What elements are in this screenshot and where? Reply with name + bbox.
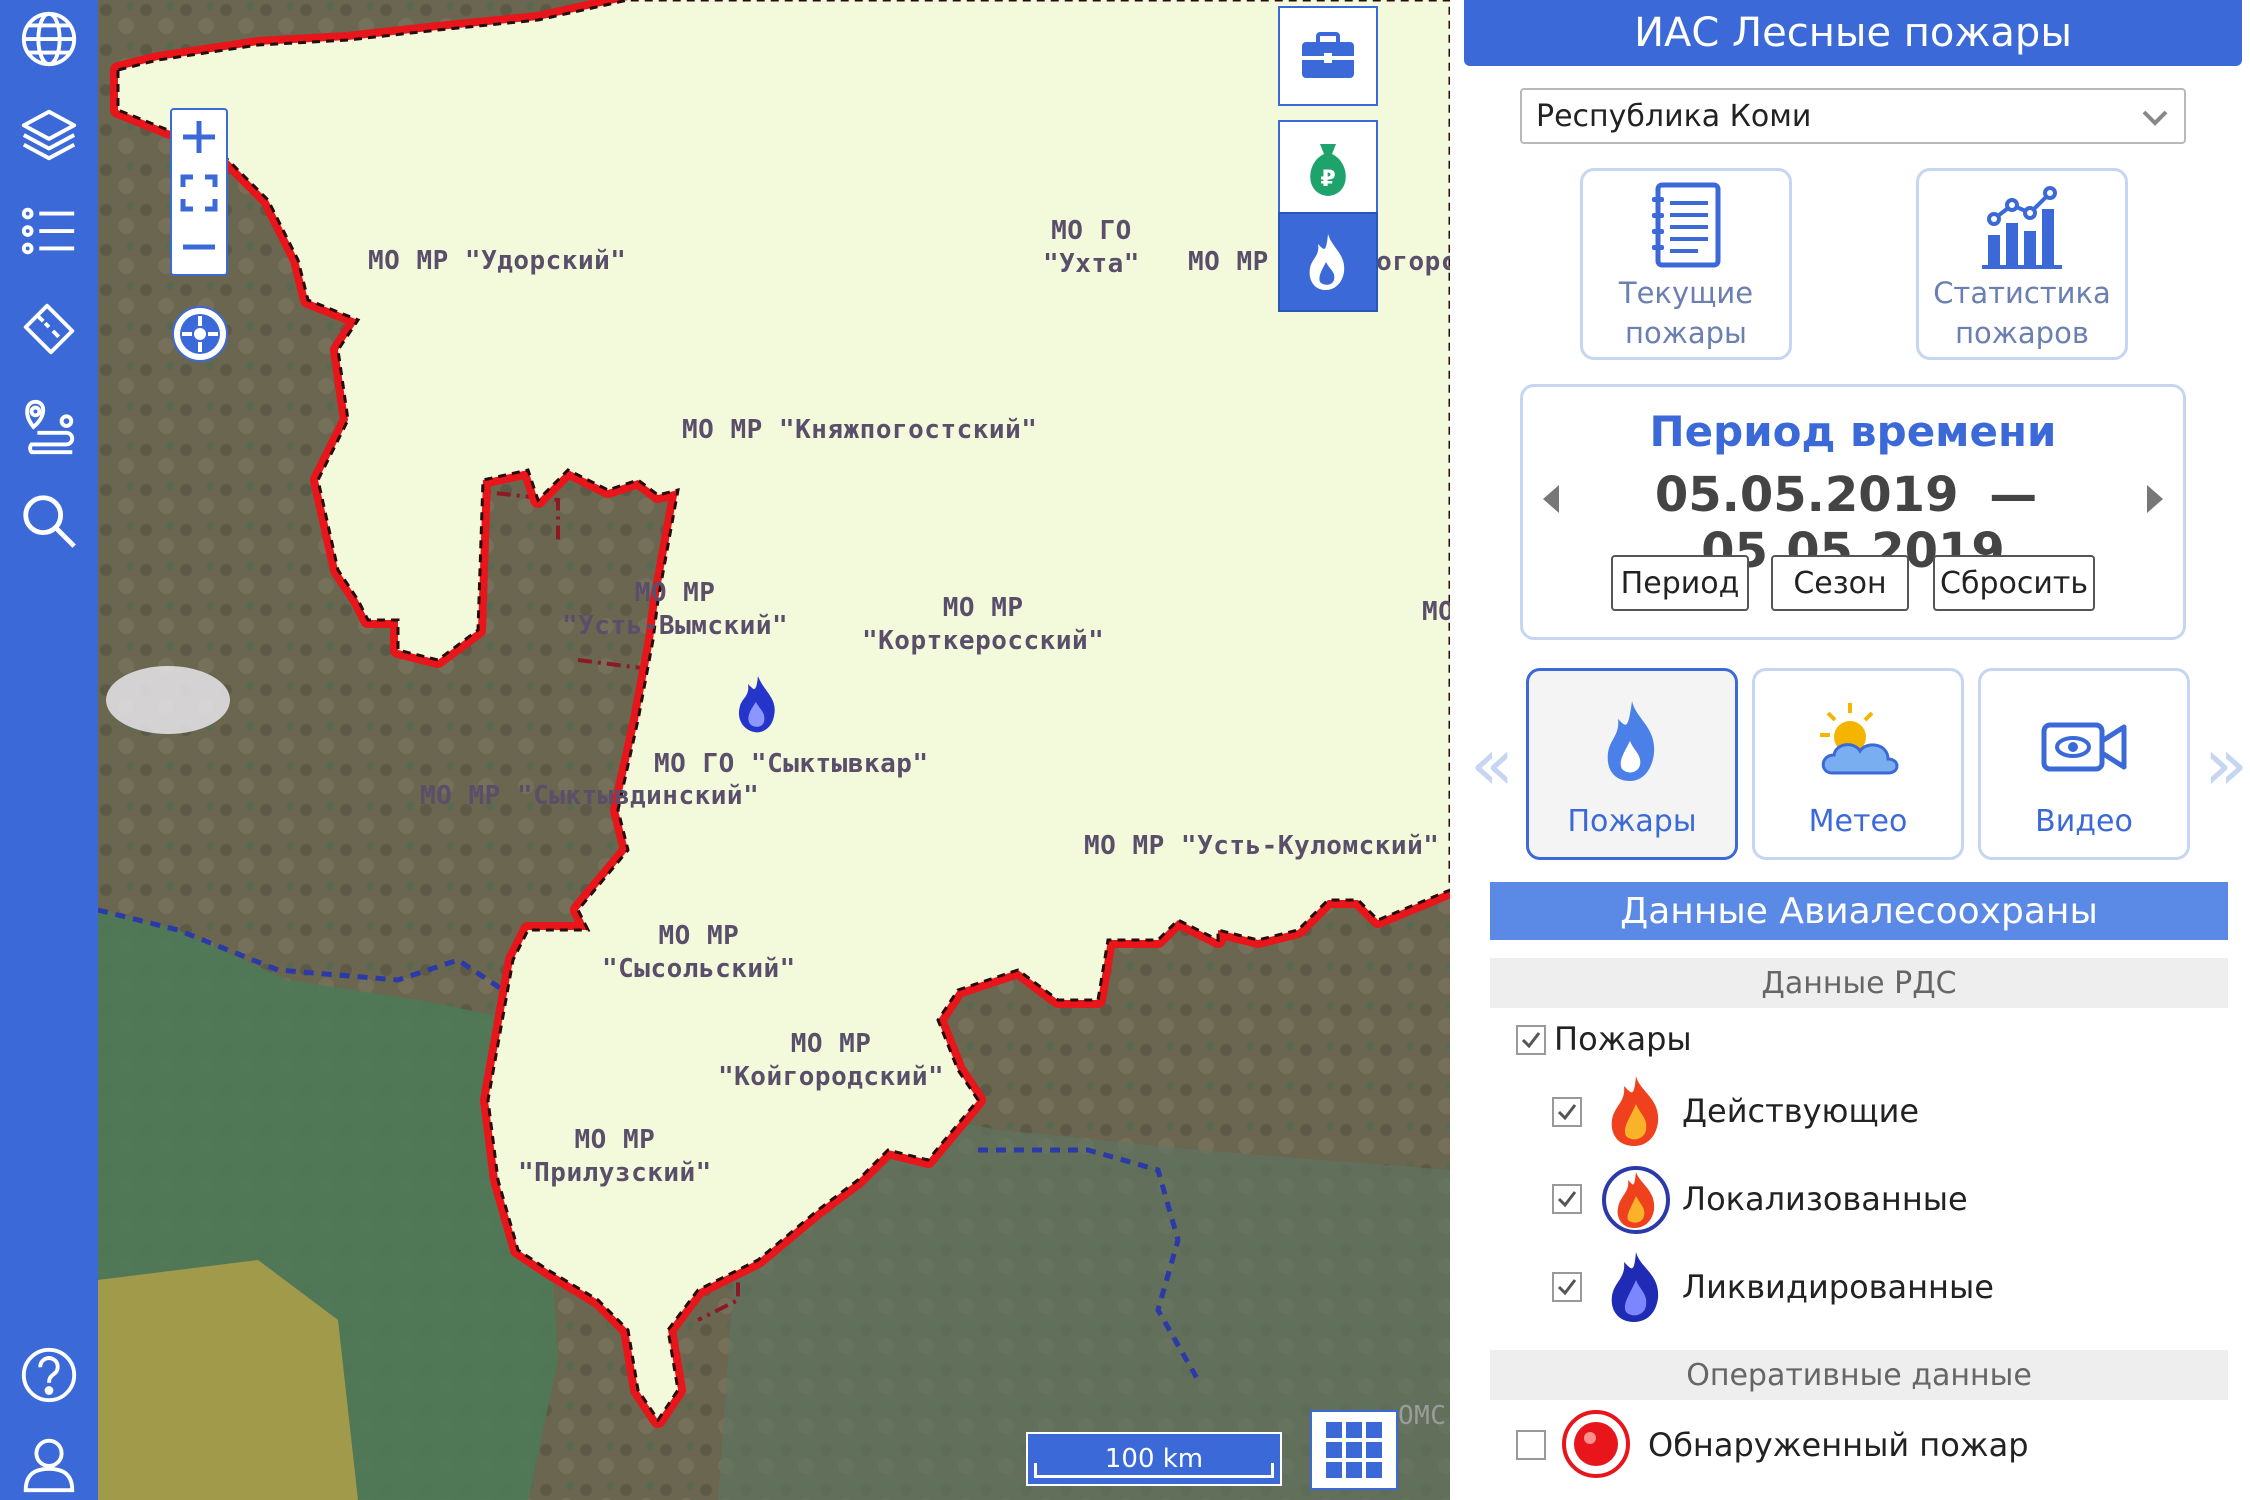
user-icon[interactable] xyxy=(14,1428,84,1498)
localized-fires-label: Локализованные xyxy=(1682,1180,1968,1218)
tab-meteo[interactable]: Метео xyxy=(1752,668,1964,860)
fires-checkbox[interactable] xyxy=(1516,1025,1546,1055)
date-separator: — xyxy=(1989,467,2038,523)
toolbox-button[interactable] xyxy=(1278,6,1378,106)
date-from[interactable]: 05.05.2019 xyxy=(1655,467,1959,523)
fire-layer-button[interactable] xyxy=(1278,212,1378,312)
region-label-knyazhpogostsky: МО МР "Княжпогостский" xyxy=(682,415,1038,445)
tab-meteo-label: Метео xyxy=(1808,804,1908,839)
avia-section-header[interactable]: Данные Авиалесоохраны xyxy=(1490,882,2228,940)
route-icon[interactable] xyxy=(14,390,84,460)
weather-icon xyxy=(1820,703,1899,775)
search-icon[interactable] xyxy=(14,486,84,556)
list-icon[interactable] xyxy=(14,196,84,266)
layers-icon[interactable] xyxy=(14,100,84,170)
check-icon xyxy=(1557,1191,1577,1208)
region-label-ust-vymsky: МО МР "Усть-Вымский" xyxy=(562,578,789,641)
map-view[interactable]: МО МР "Удорский" МО ГО "Ухта" МО МР рого… xyxy=(98,0,1450,1500)
zoom-in-button[interactable] xyxy=(172,110,226,164)
plus-icon xyxy=(183,121,215,153)
season-button[interactable]: Сезон xyxy=(1771,555,1909,611)
detected-fire-label: Обнаруженный пожар xyxy=(1648,1426,2029,1464)
locate-button[interactable] xyxy=(172,306,228,362)
flame-icon xyxy=(1607,701,1655,781)
check-icon xyxy=(1557,1104,1577,1121)
fit-extent-button[interactable] xyxy=(172,166,226,220)
zoom-controls xyxy=(170,108,228,276)
active-fire-icon xyxy=(1611,1076,1659,1146)
period-title: Период времени xyxy=(1649,407,2057,456)
extent-icon xyxy=(180,174,218,212)
left-toolbar xyxy=(0,0,98,1500)
region-label-syktyvdinsky: МО МР "Сыктывдинский" xyxy=(420,781,760,811)
active-fires-label: Действующие xyxy=(1682,1092,1920,1130)
minus-icon xyxy=(183,244,215,250)
region-label-ust-kulomsky: МО МР "Усть-Куломский" xyxy=(1084,831,1440,861)
region-label-udorsky: МО МР "Удорский" xyxy=(368,246,627,276)
region-label-ukhta: МО ГО "Ухта" xyxy=(1043,216,1140,279)
tabs-next-icon[interactable]: » xyxy=(2204,728,2248,800)
help-icon[interactable] xyxy=(14,1340,84,1410)
crosshair-icon xyxy=(180,314,220,354)
reset-button[interactable]: Сбросить xyxy=(1933,555,2095,611)
region-label-koygorodsky: МО МР "Койгородский" xyxy=(718,1029,945,1092)
fire-stats-button[interactable]: Статистика пожаров xyxy=(1916,168,2128,360)
fires-layer-label: Пожары xyxy=(1554,1020,1692,1058)
scale-bar: 100 km xyxy=(1026,1432,1282,1486)
side-panel: ИАС Лесные пожары Республика Коми Текущи… xyxy=(1450,0,2250,1500)
tab-video-label: Видео xyxy=(2035,804,2133,839)
current-fires-label: Текущие пожары xyxy=(1618,276,1754,350)
notebook-icon xyxy=(1652,182,1721,268)
fire-stats-label: Статистика пожаров xyxy=(1933,276,2111,350)
current-fires-button[interactable]: Текущие пожары xyxy=(1580,168,1792,360)
stats-chart-icon xyxy=(1982,186,2062,269)
tab-fires-label: Пожары xyxy=(1567,804,1697,839)
zoom-out-button[interactable] xyxy=(172,220,226,274)
money-bag-icon: ₽ xyxy=(1310,144,1346,196)
tab-fires[interactable]: Пожары xyxy=(1526,668,1738,860)
briefcase-icon xyxy=(1302,32,1354,78)
tabs-prev-icon[interactable]: « xyxy=(1470,728,1514,800)
check-icon xyxy=(1521,1032,1541,1049)
region-label-partial-4: ОМС xyxy=(1398,1401,1447,1431)
detected-fire-icon xyxy=(1562,1410,1630,1478)
region-select-value: Республика Коми xyxy=(1536,98,1812,134)
ruler-icon[interactable] xyxy=(14,294,84,364)
finance-button[interactable]: ₽ xyxy=(1278,120,1378,220)
tab-video[interactable]: Видео xyxy=(1978,668,2190,860)
region-label-sysolsky: МО МР "Сысольский" xyxy=(602,921,796,984)
region-label-partial-3: МО xyxy=(1422,597,1450,627)
region-label-syktyvkar: МО ГО "Сыктывкар" xyxy=(654,749,929,779)
region-label-partial-1: МО МР xyxy=(1188,247,1269,277)
period-panel: Период времени 05.05.2019 — 05.05.2019 П… xyxy=(1520,384,2186,640)
extinguished-fire-icon xyxy=(1611,1252,1659,1322)
extinguished-fires-checkbox[interactable] xyxy=(1552,1272,1582,1302)
period-next-icon[interactable] xyxy=(2147,485,2163,513)
flame-icon xyxy=(1309,234,1345,290)
app-title: ИАС Лесные пожары xyxy=(1464,0,2242,66)
chevron-down-icon xyxy=(2142,110,2168,126)
video-camera-icon xyxy=(2041,722,2127,772)
region-label-priluzsky: МО МР "Прилузский" xyxy=(518,1125,712,1188)
localized-fire-icon xyxy=(1602,1166,1670,1234)
operative-section-header: Оперативные данные xyxy=(1490,1350,2228,1400)
check-icon xyxy=(1557,1279,1577,1296)
localized-fires-checkbox[interactable] xyxy=(1552,1184,1582,1214)
region-label-kortkerossky: МО МР "Корткеросский" xyxy=(862,593,1105,656)
rds-section-header: Данные РДС xyxy=(1490,958,2228,1008)
basemap-grid-button[interactable] xyxy=(1310,1410,1398,1490)
period-button[interactable]: Период xyxy=(1611,555,1749,611)
svg-text:₽: ₽ xyxy=(1320,167,1335,192)
detected-fire-checkbox[interactable] xyxy=(1516,1430,1546,1460)
extinguished-fires-label: Ликвидированные xyxy=(1682,1268,1994,1306)
app-root: МО МР "Удорский" МО ГО "Ухта" МО МР рого… xyxy=(0,0,2250,1500)
region-select[interactable]: Республика Коми xyxy=(1520,88,2186,144)
grid-icon xyxy=(1326,1422,1382,1478)
active-fires-checkbox[interactable] xyxy=(1552,1097,1582,1127)
globe-icon[interactable] xyxy=(14,4,84,74)
